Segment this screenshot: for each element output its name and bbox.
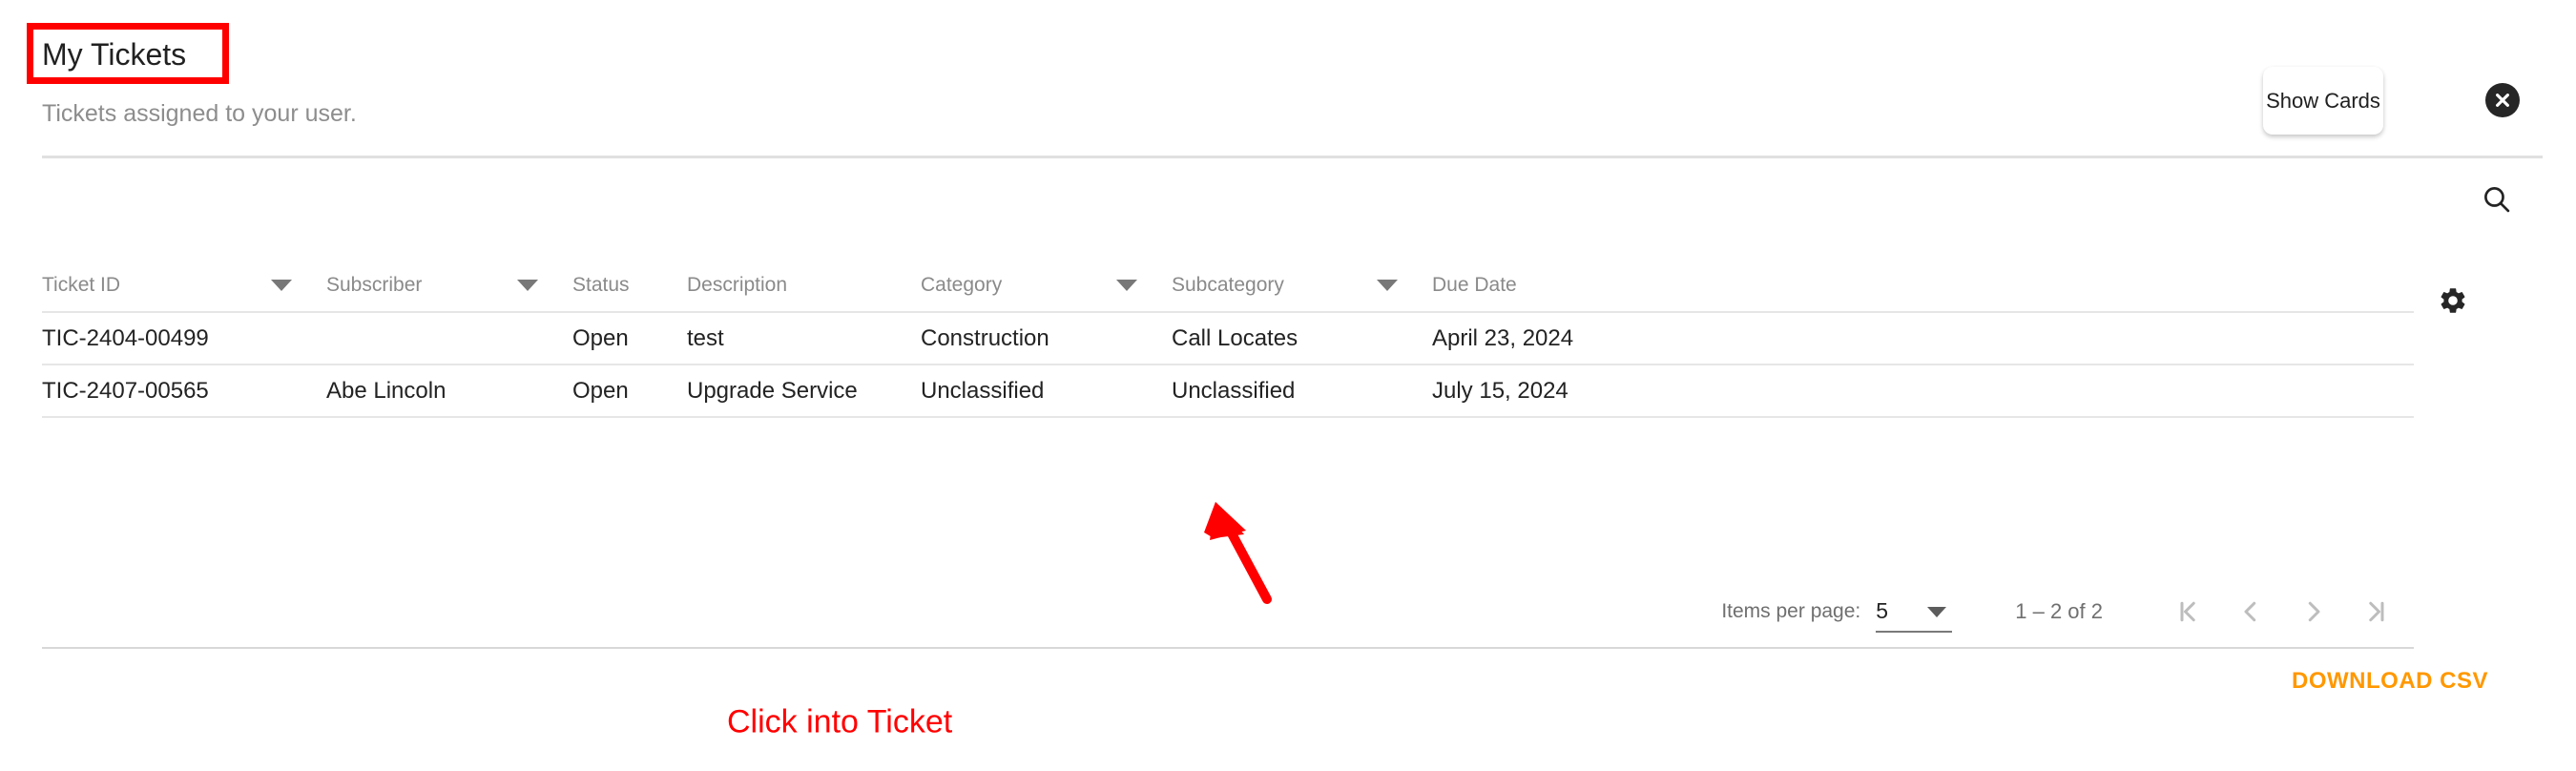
footer-divider	[42, 647, 2414, 649]
column-header-due-date[interactable]: Due Date	[1432, 260, 1718, 311]
tickets-table: Ticket ID Subscriber Status Description …	[42, 260, 2414, 418]
gear-icon[interactable]	[2433, 281, 2473, 321]
paginator: Items per page: 5 1 – 2 of 2	[42, 577, 2414, 646]
table-header-row: Ticket ID Subscriber Status Description …	[42, 260, 2414, 313]
cell-subcategory: Call Locates	[1172, 324, 1298, 351]
page-range-label: 1 – 2 of 2	[2015, 599, 2103, 623]
close-circle-icon[interactable]	[2485, 83, 2520, 117]
table-row[interactable]: TIC-2407-00565 Abe Lincoln Open Upgrade …	[42, 365, 2414, 418]
page-title: My Tickets	[42, 37, 187, 72]
column-header-description[interactable]: Description	[687, 260, 921, 311]
cell-status: Open	[572, 324, 629, 351]
cell-status: Open	[572, 377, 629, 404]
column-header-status[interactable]: Status	[572, 260, 687, 311]
filter-icon-category[interactable]	[1116, 260, 1172, 311]
items-per-page-select[interactable]: 5	[1876, 591, 1953, 633]
chevron-right-icon[interactable]	[2282, 580, 2345, 643]
header-divider	[42, 156, 2543, 158]
annotation-label: Click into Ticket	[727, 703, 953, 740]
cell-ticket-id: TIC-2404-00499	[42, 324, 209, 351]
cell-subscriber	[326, 313, 517, 364]
items-per-page-value: 5	[1876, 597, 1889, 623]
cell-ticket-id: TIC-2407-00565	[42, 377, 209, 404]
chevron-down-icon	[1927, 607, 1947, 617]
table-row[interactable]: TIC-2404-00499 Open test Construction Ca…	[42, 313, 2414, 365]
cell-subscriber: Abe Lincoln	[326, 377, 447, 404]
page-subtitle: Tickets assigned to your user.	[42, 100, 357, 127]
my-tickets-page: My Tickets Tickets assigned to your user…	[0, 0, 2576, 771]
column-header-subscriber[interactable]: Subscriber	[326, 260, 517, 311]
download-csv-link[interactable]: DOWNLOAD CSV	[2292, 668, 2488, 695]
items-per-page-label: Items per page:	[1721, 600, 1861, 622]
cell-subcategory: Unclassified	[1172, 377, 1296, 404]
show-cards-button[interactable]: Show Cards	[2263, 67, 2383, 135]
filter-icon-ticket-id[interactable]	[271, 260, 326, 311]
column-header-ticket-id[interactable]: Ticket ID	[42, 260, 271, 311]
cell-due-date: July 15, 2024	[1432, 377, 1568, 404]
search-icon[interactable]	[2477, 179, 2517, 219]
column-header-subcategory[interactable]: Subcategory	[1172, 260, 1377, 311]
column-header-category[interactable]: Category	[921, 260, 1116, 311]
chevron-left-icon[interactable]	[2219, 580, 2282, 643]
filter-icon-subscriber[interactable]	[517, 260, 572, 311]
cell-due-date: April 23, 2024	[1432, 324, 1574, 351]
cell-description: test	[687, 324, 724, 351]
cell-category: Construction	[921, 324, 1049, 351]
cell-description: Upgrade Service	[687, 377, 858, 404]
cell-category: Unclassified	[921, 377, 1045, 404]
last-page-icon[interactable]	[2345, 580, 2408, 643]
first-page-icon[interactable]	[2156, 580, 2219, 643]
show-cards-label: Show Cards	[2266, 88, 2380, 113]
filter-icon-subcategory[interactable]	[1377, 260, 1432, 311]
